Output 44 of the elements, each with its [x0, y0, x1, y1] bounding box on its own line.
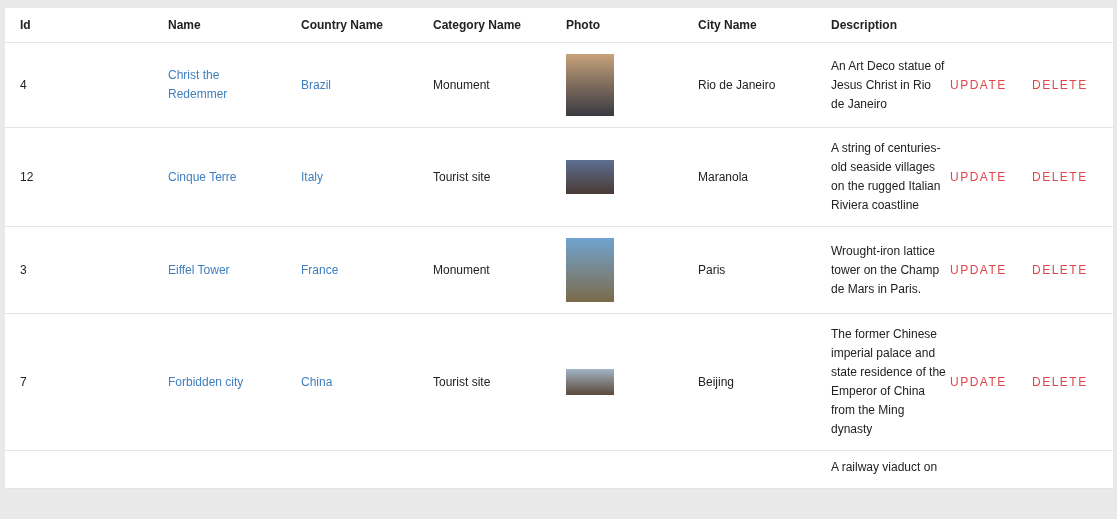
description-text: Wrought-iron lattice tower on the Champ de Mars in Paris. — [831, 242, 941, 298]
column-header: Id — [20, 18, 31, 32]
photo-placeholder — [566, 160, 614, 194]
column-header: Description — [831, 18, 897, 32]
country-link[interactable]: France — [301, 262, 339, 277]
description-text: A railway viaduct on — [831, 459, 939, 476]
description-text: A string of centuries-old seaside villages on the rugged Italian Riviera coastline — [831, 140, 942, 214]
column-header: Country Name — [301, 18, 383, 32]
column-header: City Name — [698, 18, 757, 32]
name-link[interactable]: Christ the Redemmer — [168, 66, 286, 104]
delete-button[interactable]: DELETE — [1032, 373, 1088, 391]
delete-button[interactable]: DELETE — [1032, 261, 1088, 279]
category-cell: Tourist site — [433, 374, 491, 389]
delete-button[interactable]: DELETE — [1032, 76, 1088, 94]
city-cell: Paris — [698, 262, 726, 277]
id-cell: 7 — [20, 374, 27, 389]
photo-placeholder — [566, 54, 614, 116]
update-button[interactable]: UPDATE — [950, 373, 1007, 391]
city-cell: Beijing — [698, 374, 735, 389]
country-link[interactable]: China — [301, 374, 333, 389]
update-button[interactable]: UPDATE — [950, 168, 1007, 186]
category-cell: Monument — [433, 77, 490, 92]
country-link[interactable]: Brazil — [301, 77, 331, 92]
photo-placeholder — [566, 369, 614, 395]
name-link[interactable]: Forbidden city — [168, 372, 286, 392]
column-header: Category Name — [433, 18, 522, 32]
city-cell: Maranola — [698, 169, 749, 184]
id-cell: 12 — [20, 169, 34, 184]
country-link[interactable]: Italy — [301, 169, 323, 184]
city-cell: Rio de Janeiro — [698, 77, 776, 92]
name-link[interactable]: Cinque Terre — [168, 167, 286, 187]
description-text: An Art Deco statue of Jesus Christ in Rio de Janeiro — [831, 57, 946, 113]
photo-placeholder — [566, 238, 614, 302]
column-header: Photo — [566, 18, 600, 32]
category-cell: Monument — [433, 262, 490, 277]
update-button[interactable]: UPDATE — [950, 261, 1007, 279]
delete-button[interactable]: DELETE — [1032, 168, 1088, 186]
id-cell: 3 — [20, 262, 27, 277]
category-cell: Tourist site — [433, 169, 491, 184]
update-button[interactable]: UPDATE — [950, 76, 1007, 94]
column-header: Name — [168, 18, 201, 32]
name-link[interactable]: Eiffel Tower — [168, 260, 286, 280]
description-text: The former Chinese imperial palace and state residence of the Emperor of China from the Ming dynasty — [831, 326, 946, 438]
id-cell: 4 — [20, 77, 27, 92]
